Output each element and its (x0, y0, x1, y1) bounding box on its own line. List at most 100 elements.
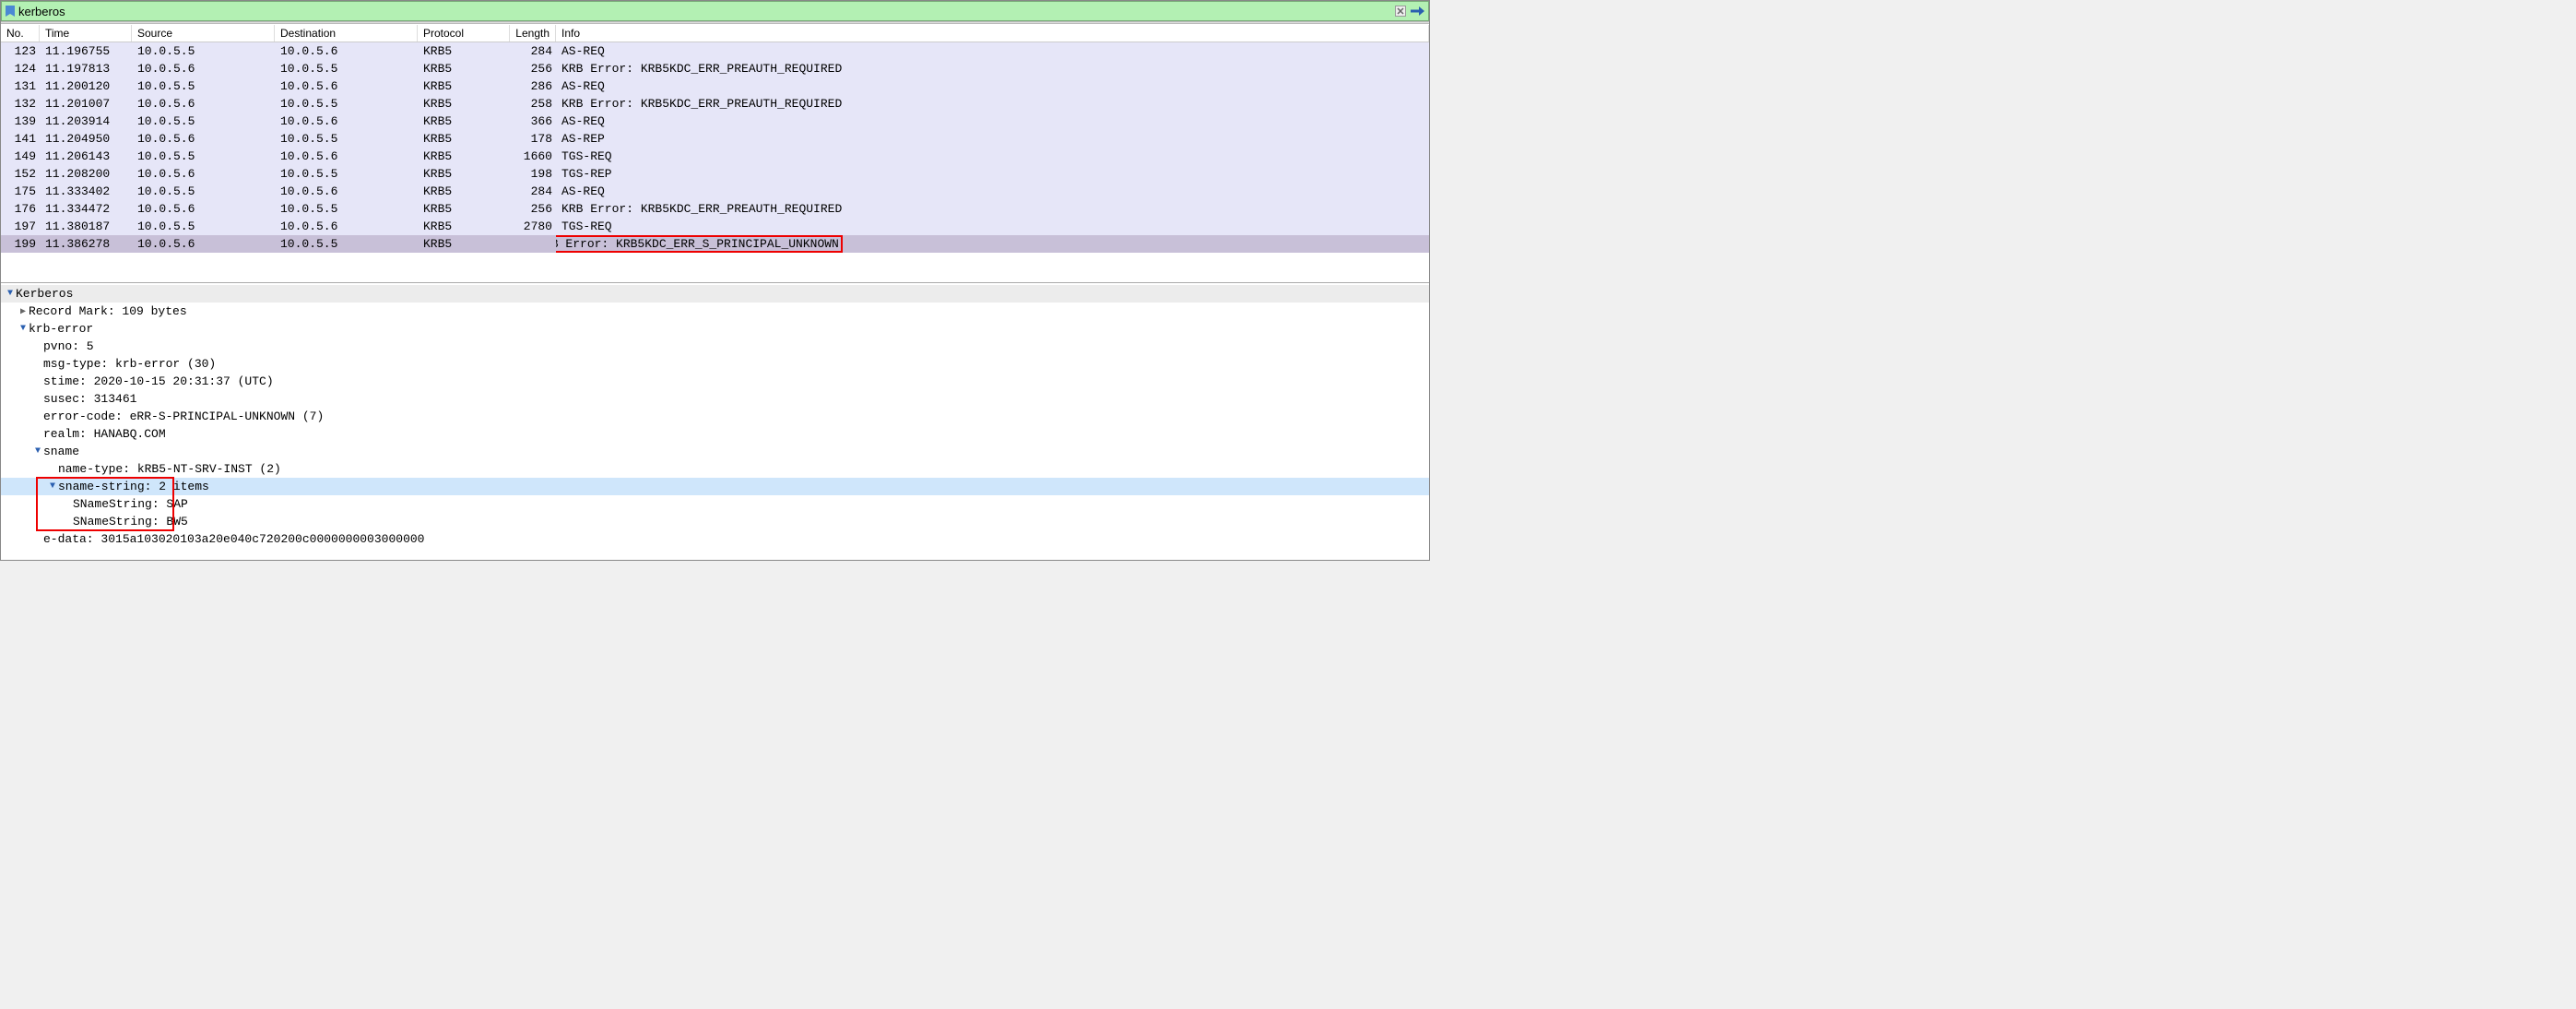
packet-details-pane: ▼ Kerberos ▶ Record Mark: 109 bytes ▼ kr… (1, 282, 1429, 560)
tree-realm[interactable]: realm: HANABQ.COM (1, 425, 1429, 443)
tree-sname-string[interactable]: ▼ sname-string: 2 items (1, 478, 1429, 495)
cell-length: 1660 (510, 149, 556, 163)
cell-time: 11.333402 (40, 184, 132, 198)
cell-source: 10.0.5.6 (132, 97, 275, 111)
cell-no: 139 (1, 114, 40, 128)
tree-krb-error[interactable]: ▼ krb-error (1, 320, 1429, 338)
cell-time: 11.380187 (40, 220, 132, 233)
toggle-placeholder (47, 464, 58, 474)
packet-row[interactable]: 13911.20391410.0.5.510.0.5.6KRB5366AS-RE… (1, 113, 1429, 130)
cell-length: 178 (510, 132, 556, 146)
packet-row[interactable]: 13111.20012010.0.5.510.0.5.6KRB5286AS-RE… (1, 77, 1429, 95)
tree-label: name-type: kRB5-NT-SRV-INST (2) (58, 462, 281, 476)
cell-protocol: KRB5 (418, 62, 510, 76)
cell-no: 131 (1, 79, 40, 93)
packet-row[interactable]: 14111.20495010.0.5.610.0.5.5KRB5178AS-RE… (1, 130, 1429, 148)
cell-protocol: KRB5 (418, 220, 510, 233)
cell-no: 175 (1, 184, 40, 198)
packet-row[interactable]: 19911.38627810.0.5.610.0.5.5KRB5167 KRB … (1, 235, 1429, 253)
cell-info: KRB Error: KRB5KDC_ERR_PREAUTH_REQUIRED (556, 202, 1429, 216)
cell-info: AS-REQ (556, 44, 1429, 58)
cell-info: KRB Error: KRB5KDC_ERR_PREAUTH_REQUIRED (556, 62, 1429, 76)
packet-row[interactable]: 15211.20820010.0.5.610.0.5.5KRB5198TGS-R… (1, 165, 1429, 183)
expand-toggle-icon[interactable]: ▼ (5, 289, 16, 299)
packet-row[interactable]: 12411.19781310.0.5.610.0.5.5KRB5256KRB E… (1, 60, 1429, 77)
cell-destination: 10.0.5.5 (275, 167, 418, 181)
apply-filter-button[interactable] (1410, 4, 1426, 18)
tree-susec[interactable]: susec: 313461 (1, 390, 1429, 408)
col-header-info[interactable]: Info (556, 25, 1429, 42)
tree-record-mark[interactable]: ▶ Record Mark: 109 bytes (1, 303, 1429, 320)
cell-destination: 10.0.5.5 (275, 97, 418, 111)
cell-time: 11.196755 (40, 44, 132, 58)
expand-toggle-icon[interactable]: ▼ (32, 446, 43, 457)
bookmark-icon[interactable] (6, 6, 15, 17)
cell-no: 199 (1, 237, 40, 251)
col-header-length[interactable]: Length (510, 25, 556, 42)
tree-label: Record Mark: 109 bytes (29, 304, 187, 318)
tree-msg-type[interactable]: msg-type: krb-error (30) (1, 355, 1429, 373)
tree-label: susec: 313461 (43, 392, 136, 406)
toggle-placeholder (32, 359, 43, 369)
cell-protocol: KRB5 (418, 132, 510, 146)
cell-protocol: KRB5 (418, 79, 510, 93)
cell-protocol: KRB5 (418, 167, 510, 181)
tree-label: pvno: 5 (43, 339, 94, 353)
cell-time: 11.208200 (40, 167, 132, 181)
tree-sname-string-item[interactable]: SNameString: BW5 (1, 513, 1429, 530)
col-header-protocol[interactable]: Protocol (418, 25, 510, 42)
packet-row[interactable]: 19711.38018710.0.5.510.0.5.6KRB52780TGS-… (1, 218, 1429, 235)
clear-filter-button[interactable] (1393, 4, 1408, 18)
cell-time: 11.204950 (40, 132, 132, 146)
expand-toggle-icon[interactable]: ▼ (18, 324, 29, 334)
packet-row[interactable]: 13211.20100710.0.5.610.0.5.5KRB5258KRB E… (1, 95, 1429, 113)
cell-destination: 10.0.5.5 (275, 237, 418, 251)
cell-source: 10.0.5.6 (132, 167, 275, 181)
cell-length: 284 (510, 44, 556, 58)
collapse-toggle-icon[interactable]: ▶ (18, 306, 29, 317)
col-header-no[interactable]: No. (1, 25, 40, 42)
cell-no: 149 (1, 149, 40, 163)
cell-time: 11.386278 (40, 237, 132, 251)
expand-toggle-icon[interactable]: ▼ (47, 481, 58, 492)
col-header-source[interactable]: Source (132, 25, 275, 42)
cell-protocol: KRB5 (418, 202, 510, 216)
tree-sname-string-item[interactable]: SNameString: SAP (1, 495, 1429, 513)
cell-info: AS-REQ (556, 79, 1429, 93)
col-header-destination[interactable]: Destination (275, 25, 418, 42)
cell-no: 197 (1, 220, 40, 233)
cell-protocol: KRB5 (418, 149, 510, 163)
cell-info: AS-REQ (556, 114, 1429, 128)
cell-source: 10.0.5.5 (132, 149, 275, 163)
close-icon (1395, 6, 1406, 17)
cell-length: 256 (510, 202, 556, 216)
tree-label: stime: 2020-10-15 20:31:37 (UTC) (43, 374, 274, 388)
tree-name-type[interactable]: name-type: kRB5-NT-SRV-INST (2) (1, 460, 1429, 478)
cell-length: 366 (510, 114, 556, 128)
cell-length: 258 (510, 97, 556, 111)
cell-time: 11.203914 (40, 114, 132, 128)
cell-info: TGS-REQ (556, 220, 1429, 233)
cell-source: 10.0.5.5 (132, 220, 275, 233)
tree-pvno[interactable]: pvno: 5 (1, 338, 1429, 355)
col-header-time[interactable]: Time (40, 25, 132, 42)
tree-edata[interactable]: e-data: 3015a103020103a20e040c720200c000… (1, 530, 1429, 548)
cell-destination: 10.0.5.6 (275, 149, 418, 163)
tree-root-kerberos[interactable]: ▼ Kerberos (1, 285, 1429, 303)
cell-destination: 10.0.5.5 (275, 202, 418, 216)
display-filter-input[interactable] (18, 5, 1391, 18)
cell-time: 11.201007 (40, 97, 132, 111)
packet-row[interactable]: 14911.20614310.0.5.510.0.5.6KRB51660TGS-… (1, 148, 1429, 165)
cell-destination: 10.0.5.6 (275, 79, 418, 93)
tree-label: SNameString: SAP (73, 497, 188, 511)
packet-row[interactable]: 17511.33340210.0.5.510.0.5.6KRB5284AS-RE… (1, 183, 1429, 200)
tree-error-code[interactable]: error-code: eRR-S-PRINCIPAL-UNKNOWN (7) (1, 408, 1429, 425)
cell-no: 152 (1, 167, 40, 181)
packet-row[interactable]: 12311.19675510.0.5.510.0.5.6KRB5284AS-RE… (1, 42, 1429, 60)
tree-stime[interactable]: stime: 2020-10-15 20:31:37 (UTC) (1, 373, 1429, 390)
info-highlight: 167 KRB Error: KRB5KDC_ERR_S_PRINCIPAL_U… (556, 235, 843, 253)
tree-sname[interactable]: ▼ sname (1, 443, 1429, 460)
cell-destination: 10.0.5.6 (275, 184, 418, 198)
packet-row[interactable]: 17611.33447210.0.5.610.0.5.5KRB5256KRB E… (1, 200, 1429, 218)
cell-destination: 10.0.5.6 (275, 220, 418, 233)
